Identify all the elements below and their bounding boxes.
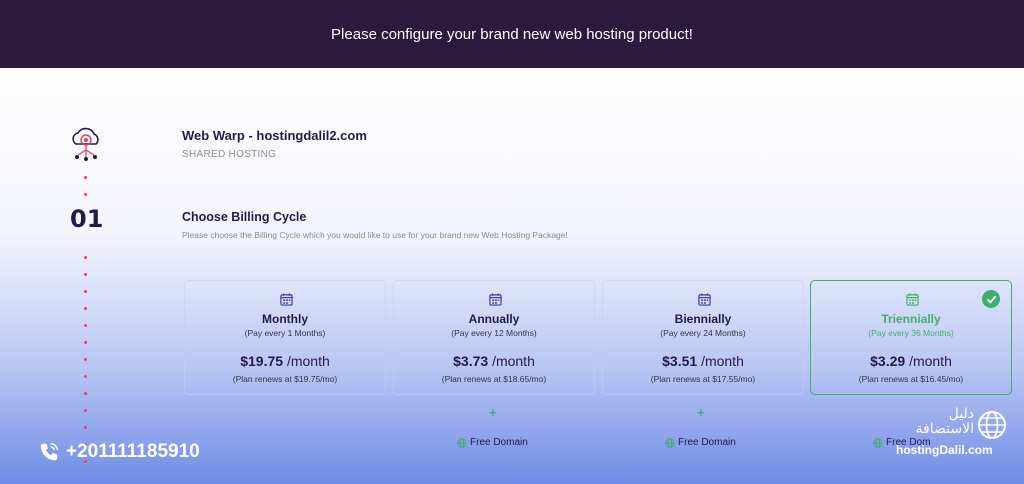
price-unit: /month [701,353,744,369]
price-amount: $3.73 [453,353,489,369]
globe-icon [665,437,675,448]
cycle-price: $3.51 /month [603,353,803,369]
cycle-renewal: (Plan renews at $17.55/mo) [650,374,756,384]
cycle-price: $19.75 /month [185,353,385,369]
globe-icon [978,411,1006,439]
cycle-renewal: (Plan renews at $16.45/mo) [858,374,964,384]
progress-dot [84,341,87,344]
cycle-renewal: (Plan renews at $18.65/mo) [441,374,547,384]
top-banner: Please configure your brand new web host… [0,0,1024,68]
product-type: SHARED HOSTING [182,149,277,160]
plus-icon: + [489,405,497,420]
billing-cycle-title: Choose Billing Cycle [182,210,307,224]
calendar-icon [906,293,919,306]
cycle-period: (Pay every 36 Months) [868,328,954,338]
cycle-price: $3.73 /month [394,353,594,369]
step-number: 01 [70,205,104,233]
billing-cycle-description: Please choose the Billing Cycle which yo… [182,230,568,240]
configure-content [0,68,1024,484]
brand-arabic: دليل الاستضافة [915,406,974,437]
progress-dot [84,358,87,361]
selected-check-icon [982,290,1000,308]
progress-dot [84,256,87,259]
cycle-name: Biennially [674,312,732,326]
calendar-icon [280,293,293,306]
product-name: Web Warp - hostingdalil2.com [182,128,367,143]
billing-option-biennially[interactable]: Biennially (Pay every 24 Months) $3.51 /… [602,280,804,395]
cycle-name: Monthly [262,312,308,326]
price-unit: /month [492,353,535,369]
banner-title: Please configure your brand new web host… [331,25,693,43]
free-domain-label: Free Domain [665,437,736,448]
phone-icon [40,443,58,461]
cycle-name: Annually [468,312,520,326]
progress-dot [84,375,87,378]
cycle-renewal: (Plan renews at $19.75/mo) [232,374,338,384]
price-amount: $19.75 [240,353,284,369]
calendar-icon [698,293,711,306]
progress-dot [84,176,87,179]
billing-option-annually[interactable]: Annually (Pay every 12 Months) $3.73 /mo… [393,280,595,395]
cycle-period: (Pay every 24 Months) [660,328,746,338]
price-unit: /month [909,353,952,369]
cycle-period: (Pay every 12 Months) [451,328,537,338]
cycle-period: (Pay every 1 Months) [244,328,326,338]
progress-dot [84,273,87,276]
progress-dot [84,307,87,310]
free-domain-text: Free Domain [678,437,736,448]
cycle-price: $3.29 /month [811,353,1011,369]
brand-name: hostingDalil.com [896,443,993,457]
progress-dot [84,290,87,293]
calendar-icon [489,293,502,306]
progress-dot [84,426,87,429]
billing-option-monthly[interactable]: Monthly (Pay every 1 Months) $19.75 /mon… [184,280,386,395]
progress-dot [84,193,87,196]
brand-watermark: دليل الاستضافة hostingDalil.com [894,407,1010,465]
progress-dot [84,392,87,395]
price-amount: $3.51 [662,353,698,369]
cycle-name: Triennially [881,312,941,326]
globe-icon [873,437,883,448]
progress-dot [84,409,87,412]
free-domain-text: Free Domain [470,437,528,448]
cloud-network-icon [72,127,99,161]
billing-option-triennially[interactable]: Triennially (Pay every 36 Months) $3.29 … [810,280,1012,395]
globe-icon [457,437,467,448]
contact-phone: +201111185910 [38,441,200,463]
price-unit: /month [286,353,330,369]
free-domain-label: Free Domain [457,437,528,448]
progress-dot [84,324,87,327]
plus-icon: + [697,405,705,420]
phone-number: +201111185910 [66,441,200,462]
price-amount: $3.29 [870,353,906,369]
